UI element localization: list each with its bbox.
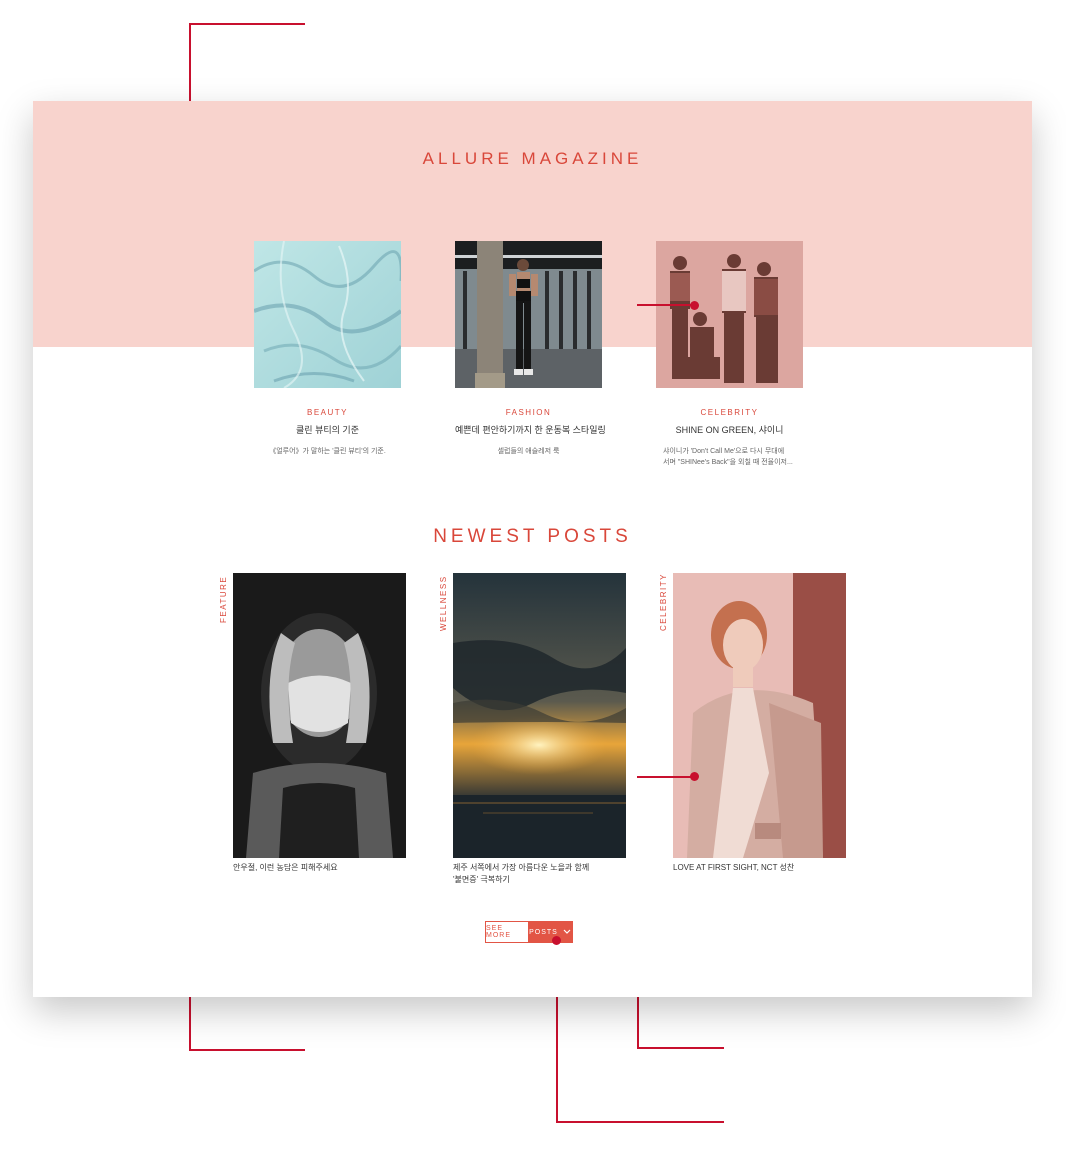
chevron-down-icon — [563, 929, 571, 934]
newest-posts-title: NEWEST POSTS — [433, 526, 632, 547]
article-card[interactable]: CELEBRITY SHINE ON GREEN, 샤이니 샤이니가 'Don'… — [656, 241, 803, 468]
article-card[interactable]: BEAUTY 클린 뷰티의 기준 《얼루어》가 말하는 '클린 뷰티'의 기준. — [254, 241, 401, 457]
post-caption[interactable]: 안우절, 이런 농담은 피해주세요 — [233, 862, 408, 874]
card-description: 《얼루어》가 말하는 '클린 뷰티'의 기준. — [269, 448, 386, 455]
post-card[interactable]: CELEBRITY LOVE AT FIRST SIGHT, NCT 성찬 — [659, 573, 848, 874]
post-caption-line: '불면증' 극복하기 — [453, 875, 510, 884]
celebrity-portrait-image[interactable] — [673, 573, 846, 858]
magazine-title: ALLURE MAGAZINE — [422, 149, 643, 168]
annotation-line — [189, 23, 305, 25]
card-description: 셀럽들의 애슬레저 룩 — [497, 448, 560, 455]
water-image[interactable] — [254, 241, 401, 388]
card-category: FASHION — [505, 408, 552, 417]
celebrity-group-image[interactable] — [656, 241, 803, 388]
post-category: WELLNESS — [439, 575, 448, 631]
post-card[interactable]: FEATURE 안우절, 이런 농담은 피해주세요 — [219, 573, 408, 874]
post-caption[interactable]: LOVE AT FIRST SIGHT, NCT 성찬 — [673, 862, 848, 874]
annotation-line — [637, 1047, 724, 1049]
card-title[interactable]: 클린 뷰티의 기준 — [254, 423, 401, 436]
article-card[interactable]: FASHION 예쁜데 편안하기까지 한 운동복 스타일링 셀럽들의 애슬레저 … — [455, 241, 606, 457]
fashion-image[interactable] — [455, 241, 602, 388]
annotation-line — [637, 776, 694, 778]
post-caption-line: LOVE AT FIRST SIGHT, NCT 성찬 — [673, 863, 795, 872]
annotation-line — [189, 1049, 305, 1051]
masked-woman-image[interactable] — [233, 573, 406, 858]
see-more-label: SEE MORE — [486, 922, 528, 942]
annotation-line — [637, 304, 694, 306]
annotation-line — [556, 1121, 724, 1123]
card-description-line: 서며 "SHINee's Back"을 외칠 때 전율이저... — [663, 459, 793, 466]
post-card[interactable]: WELLNESS 제주 서쪽에서 가장 아름다운 노을과 함께 '불면증' 극복… — [439, 573, 628, 886]
sunset-image[interactable] — [453, 573, 626, 858]
post-caption-line: 제주 서쪽에서 가장 아름다운 노을과 함께 — [453, 863, 590, 872]
card-category: BEAUTY — [306, 408, 348, 417]
post-category: FEATURE — [219, 575, 228, 623]
posts-label: POSTS — [529, 928, 558, 936]
post-caption-line: 안우절, 이런 농담은 피해주세요 — [233, 863, 338, 872]
post-category: CELEBRITY — [659, 573, 668, 631]
card-description-line: 샤이니가 'Don't Call Me'으로 다시 무대에 — [663, 448, 785, 455]
posts-label-wrap: POSTS — [528, 922, 572, 942]
annotation-dot — [552, 936, 561, 945]
card-description: 샤이니가 'Don't Call Me'으로 다시 무대에 서며 "SHINee… — [656, 446, 803, 468]
page-mock: ALLURE MAGAZINE BEAUTY 클린 뷰티의 기준 《얼루어》가 … — [33, 101, 1032, 997]
post-caption[interactable]: 제주 서쪽에서 가장 아름다운 노을과 함께 '불면증' 극복하기 — [453, 862, 628, 886]
card-category: CELEBRITY — [700, 408, 759, 417]
card-title[interactable]: 예쁜데 편안하기까지 한 운동복 스타일링 — [455, 423, 606, 436]
card-title[interactable]: SHINE ON GREEN, 샤이니 — [656, 423, 803, 436]
